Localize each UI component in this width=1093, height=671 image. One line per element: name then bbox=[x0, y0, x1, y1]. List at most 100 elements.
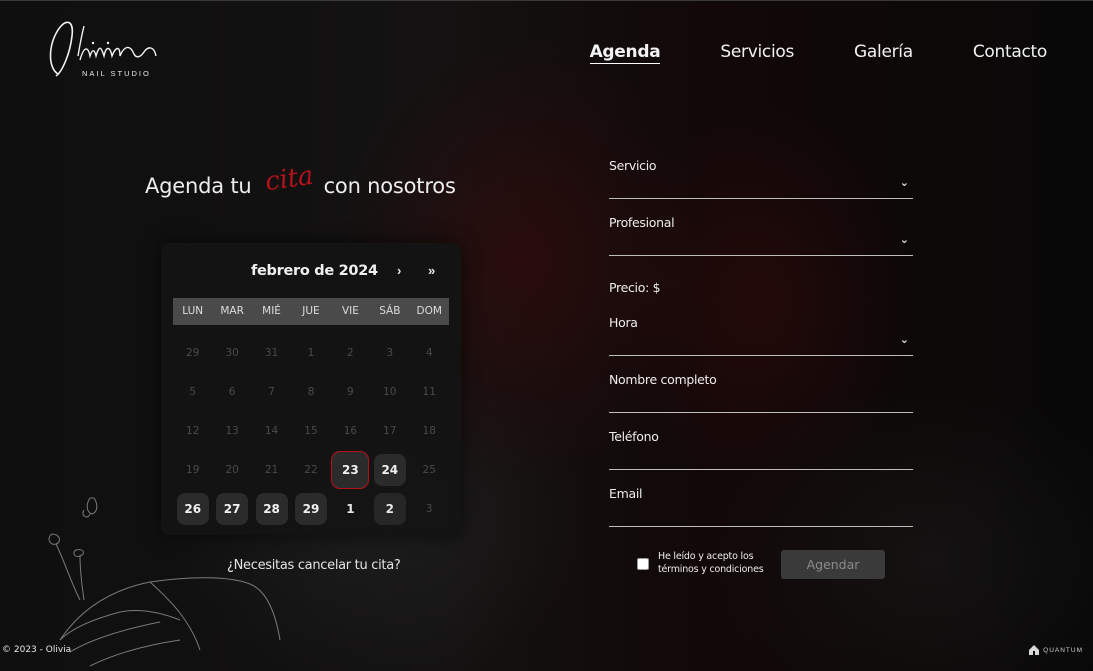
calendar-day-number: 19 bbox=[186, 463, 200, 476]
nav-link-servicios[interactable]: Servicios bbox=[720, 42, 794, 64]
house-icon bbox=[1029, 645, 1040, 655]
calendar-day-number: 8 bbox=[307, 385, 315, 398]
email-label: Email bbox=[609, 486, 643, 501]
calendar-day[interactable]: 27 bbox=[212, 489, 251, 528]
next-month-button[interactable]: › bbox=[397, 263, 401, 278]
calendar-day[interactable]: 2 bbox=[370, 489, 409, 528]
calendar-day-number: 12 bbox=[186, 424, 200, 437]
brand-logo[interactable]: NAIL STUDIO bbox=[44, 16, 174, 80]
price-label: Precio: $ bbox=[609, 280, 661, 295]
full-name-label: Nombre completo bbox=[609, 372, 717, 387]
developer-credit[interactable]: QUANTUM bbox=[1028, 644, 1083, 656]
calendar-day[interactable]: 26 bbox=[173, 489, 212, 528]
calendar-day-number: 24 bbox=[373, 453, 406, 486]
calendar-day-number: 13 bbox=[225, 424, 239, 437]
service-label: Servicio bbox=[609, 158, 657, 173]
weekday-label: VIE bbox=[341, 305, 359, 317]
professional-select[interactable]: Profesional ⌄ bbox=[609, 215, 913, 256]
calendar-day: 25 bbox=[410, 450, 449, 489]
calendar-day-number: 30 bbox=[225, 346, 239, 359]
calendar-day-number: 31 bbox=[264, 346, 279, 359]
calendar-day-number: 3 bbox=[425, 502, 433, 515]
calendar-day-number: 15 bbox=[304, 424, 318, 437]
weekday-label: MAR bbox=[220, 305, 244, 317]
weekday-label: SÁB bbox=[379, 305, 401, 317]
calendar-day: 4 bbox=[410, 333, 449, 372]
calendar-day: 5 bbox=[173, 372, 212, 411]
professional-label: Profesional bbox=[609, 215, 675, 230]
calendar-day[interactable]: 28 bbox=[252, 489, 291, 528]
nav-link-galeria[interactable]: Galería bbox=[854, 42, 913, 64]
calendar-day-number: 4 bbox=[425, 346, 433, 359]
calendar-day-number: 29 bbox=[294, 492, 327, 525]
calendar-day: 11 bbox=[410, 372, 449, 411]
calendar-day: 19 bbox=[173, 450, 212, 489]
calendar-day-number: 22 bbox=[304, 463, 318, 476]
calendar-day: 30 bbox=[212, 333, 251, 372]
calendar-day-number: 2 bbox=[347, 346, 354, 359]
full-name-field[interactable]: Nombre completo bbox=[609, 372, 913, 413]
calendar-day-number: 2 bbox=[373, 492, 406, 525]
nav-link-agenda[interactable]: Agenda bbox=[589, 42, 661, 64]
main-nav: Agenda Servicios Galería Contacto bbox=[589, 42, 1047, 64]
top-border bbox=[0, 0, 1093, 1]
calendar-day-number: 1 bbox=[346, 501, 355, 516]
terms-text-line2[interactable]: términos y condiciones bbox=[658, 564, 764, 577]
calendar-day[interactable]: 29 bbox=[291, 489, 330, 528]
weekday-label: DOM bbox=[416, 305, 442, 317]
weekday-label: MIÉ bbox=[262, 305, 281, 317]
calendar-day-selected[interactable]: 23 bbox=[331, 450, 370, 489]
calendar-week-row: 5 6 7 8 9 10 11 bbox=[173, 372, 449, 411]
cancel-appointment-link[interactable]: ¿Necesitas cancelar tu cita? bbox=[227, 558, 401, 573]
calendar-days-grid: 29 30 31 1 2 3 4 5 6 7 8 9 10 11 12 13 14 15 16 17 18 19 20 21 2… bbox=[173, 333, 449, 528]
chevron-down-icon: ⌄ bbox=[899, 176, 909, 189]
calendar-day-number: 3 bbox=[386, 346, 394, 359]
copyright-text: © 2023 - Olivia bbox=[2, 645, 72, 655]
calendar-week-row: 19 20 21 22 23 24 25 bbox=[173, 450, 449, 489]
calendar-day-number: 20 bbox=[225, 463, 239, 476]
calendar-day: 3 bbox=[370, 333, 409, 372]
calendar-day-number: 29 bbox=[186, 346, 200, 359]
calendar-day: 17 bbox=[370, 411, 409, 450]
calendar-day: 16 bbox=[331, 411, 370, 450]
terms-text-line1: He leído y acepto los bbox=[658, 551, 754, 562]
phone-field[interactable]: Teléfono bbox=[609, 429, 913, 470]
calendar-day: 22 bbox=[291, 450, 330, 489]
calendar-day-number: 1 bbox=[307, 346, 315, 359]
calendar-day: 20 bbox=[212, 450, 251, 489]
calendar-week-row: 12 13 14 15 16 17 18 bbox=[173, 411, 449, 450]
terms-checkbox[interactable] bbox=[637, 557, 649, 570]
calendar-day: 13 bbox=[212, 411, 251, 450]
next-year-button[interactable]: » bbox=[428, 263, 435, 278]
calendar-day: 10 bbox=[370, 372, 409, 411]
service-select[interactable]: Servicio ⌄ bbox=[609, 158, 913, 199]
calendar-day-number: 16 bbox=[343, 424, 358, 437]
time-select[interactable]: Hora ⌄ bbox=[609, 315, 913, 356]
terms-consent: He leído y acepto los términos y condici… bbox=[637, 551, 764, 577]
calendar-day: 9 bbox=[331, 372, 370, 411]
calendar-day-number: 11 bbox=[422, 385, 436, 398]
calendar-day[interactable]: 24 bbox=[370, 450, 409, 489]
heading-script-word: cita bbox=[262, 160, 315, 198]
heading-pre: Agenda tu bbox=[145, 174, 252, 198]
phone-label: Teléfono bbox=[609, 429, 659, 444]
weekday-label: LUN bbox=[182, 305, 204, 317]
calendar-day[interactable]: 1 bbox=[331, 489, 370, 528]
heading-post: con nosotros bbox=[323, 174, 456, 198]
calendar-day: 1 bbox=[291, 333, 330, 372]
calendar-day: 7 bbox=[252, 372, 291, 411]
calendar-day-number: 26 bbox=[176, 492, 209, 525]
credit-label: QUANTUM bbox=[1043, 646, 1083, 654]
calendar-day: 14 bbox=[252, 411, 291, 450]
submit-booking-button[interactable]: Agendar bbox=[781, 550, 885, 579]
calendar-day-number: 18 bbox=[422, 424, 436, 437]
calendar-week-row: 29 30 31 1 2 3 4 bbox=[173, 333, 449, 372]
chevron-down-icon: ⌄ bbox=[899, 333, 909, 346]
calendar-day-number: 14 bbox=[264, 424, 279, 437]
calendar-day: 8 bbox=[291, 372, 330, 411]
nav-link-contacto[interactable]: Contacto bbox=[973, 42, 1047, 64]
calendar-day-number: 17 bbox=[383, 424, 397, 437]
calendar-day-number: 25 bbox=[422, 463, 436, 476]
email-field[interactable]: Email bbox=[609, 486, 913, 527]
calendar-day-number: 23 bbox=[331, 450, 370, 489]
